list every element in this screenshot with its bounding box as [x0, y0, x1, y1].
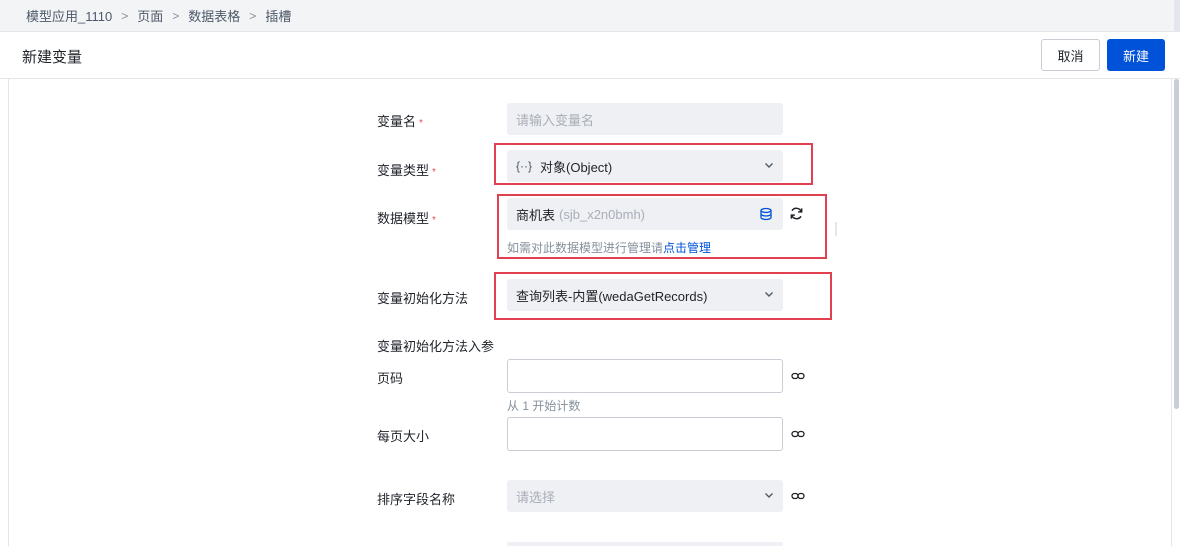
breadcrumb-separator: > [249, 8, 257, 23]
breadcrumb-item-slot[interactable]: 插槽 [265, 6, 291, 25]
sort-field-label: 排序字段名称 [377, 492, 456, 507]
breadcrumb-item-pages[interactable]: 页面 [137, 6, 163, 25]
panel-header: 新建变量 取消 新建 [0, 32, 1180, 79]
breadcrumb: 模型应用_1110 > 页面 > 数据表格 > 插槽 [0, 0, 1180, 32]
required-mark: * [432, 215, 436, 226]
var-type-label-text: 变量类型 [377, 163, 430, 178]
data-model-hint: 如需对此数据模型进行管理请点击管理 [507, 239, 711, 256]
var-type-label: 变量类型 * [377, 160, 436, 179]
init-method-label: 变量初始化方法 [377, 291, 469, 306]
data-model-select[interactable]: 商机表 (sjb_x2n0bmh) [507, 198, 783, 230]
next-field-input[interactable] [507, 542, 783, 546]
init-method-value: 查询列表-内置(wedaGetRecords) [516, 288, 708, 304]
data-model-label-text: 数据模型 [377, 211, 430, 226]
cancel-button[interactable]: 取消 [1041, 39, 1100, 71]
resize-handle[interactable] [835, 222, 837, 236]
page-size-input[interactable] [507, 417, 783, 451]
data-model-label: 数据模型 * [377, 208, 436, 227]
data-model-id: (sjb_x2n0bmh) [559, 206, 646, 222]
window-edge [1174, 0, 1180, 32]
page-no-input[interactable] [507, 359, 783, 393]
data-model-hint-text: 如需对此数据模型进行管理请 [507, 241, 664, 255]
page-no-hint: 从 1 开始计数 [507, 399, 581, 413]
breadcrumb-item-app[interactable]: 模型应用_1110 [26, 6, 112, 25]
chevron-down-icon [765, 292, 773, 297]
object-type-icon: {··} [516, 159, 533, 173]
chevron-down-icon [765, 163, 773, 168]
var-type-select[interactable]: {··} 对象(Object) [507, 150, 783, 182]
link-icon[interactable] [791, 491, 805, 501]
database-icon[interactable] [759, 207, 773, 221]
page-title: 新建变量 [22, 49, 83, 66]
var-name-placeholder: 请输入变量名 [516, 112, 595, 128]
page-no-label: 页码 [377, 371, 404, 386]
var-name-input[interactable]: 请输入变量名 [507, 103, 783, 135]
data-model-value: 商机表 [516, 207, 556, 223]
create-button[interactable]: 新建 [1107, 39, 1165, 71]
init-method-select[interactable]: 查询列表-内置(wedaGetRecords) [507, 279, 783, 311]
refresh-icon[interactable] [789, 206, 804, 221]
link-icon[interactable] [791, 371, 805, 381]
scrollbar[interactable] [1174, 79, 1179, 409]
breadcrumb-separator: > [172, 8, 180, 23]
var-name-label-text: 变量名 [377, 114, 417, 129]
manage-link[interactable]: 点击管理 [663, 241, 711, 255]
link-icon[interactable] [791, 429, 805, 439]
required-mark: * [432, 167, 436, 178]
var-type-value: 对象(Object) [540, 159, 613, 175]
chevron-down-icon [765, 493, 773, 498]
page-size-label: 每页大小 [377, 429, 430, 444]
var-name-label: 变量名 * [377, 111, 423, 130]
sort-field-select[interactable]: 请选择 [507, 480, 783, 512]
init-params-title: 变量初始化方法入参 [377, 339, 495, 354]
required-mark: * [419, 118, 423, 129]
breadcrumb-separator: > [121, 8, 129, 23]
breadcrumb-item-table[interactable]: 数据表格 [188, 6, 240, 25]
sort-field-placeholder: 请选择 [516, 489, 556, 505]
